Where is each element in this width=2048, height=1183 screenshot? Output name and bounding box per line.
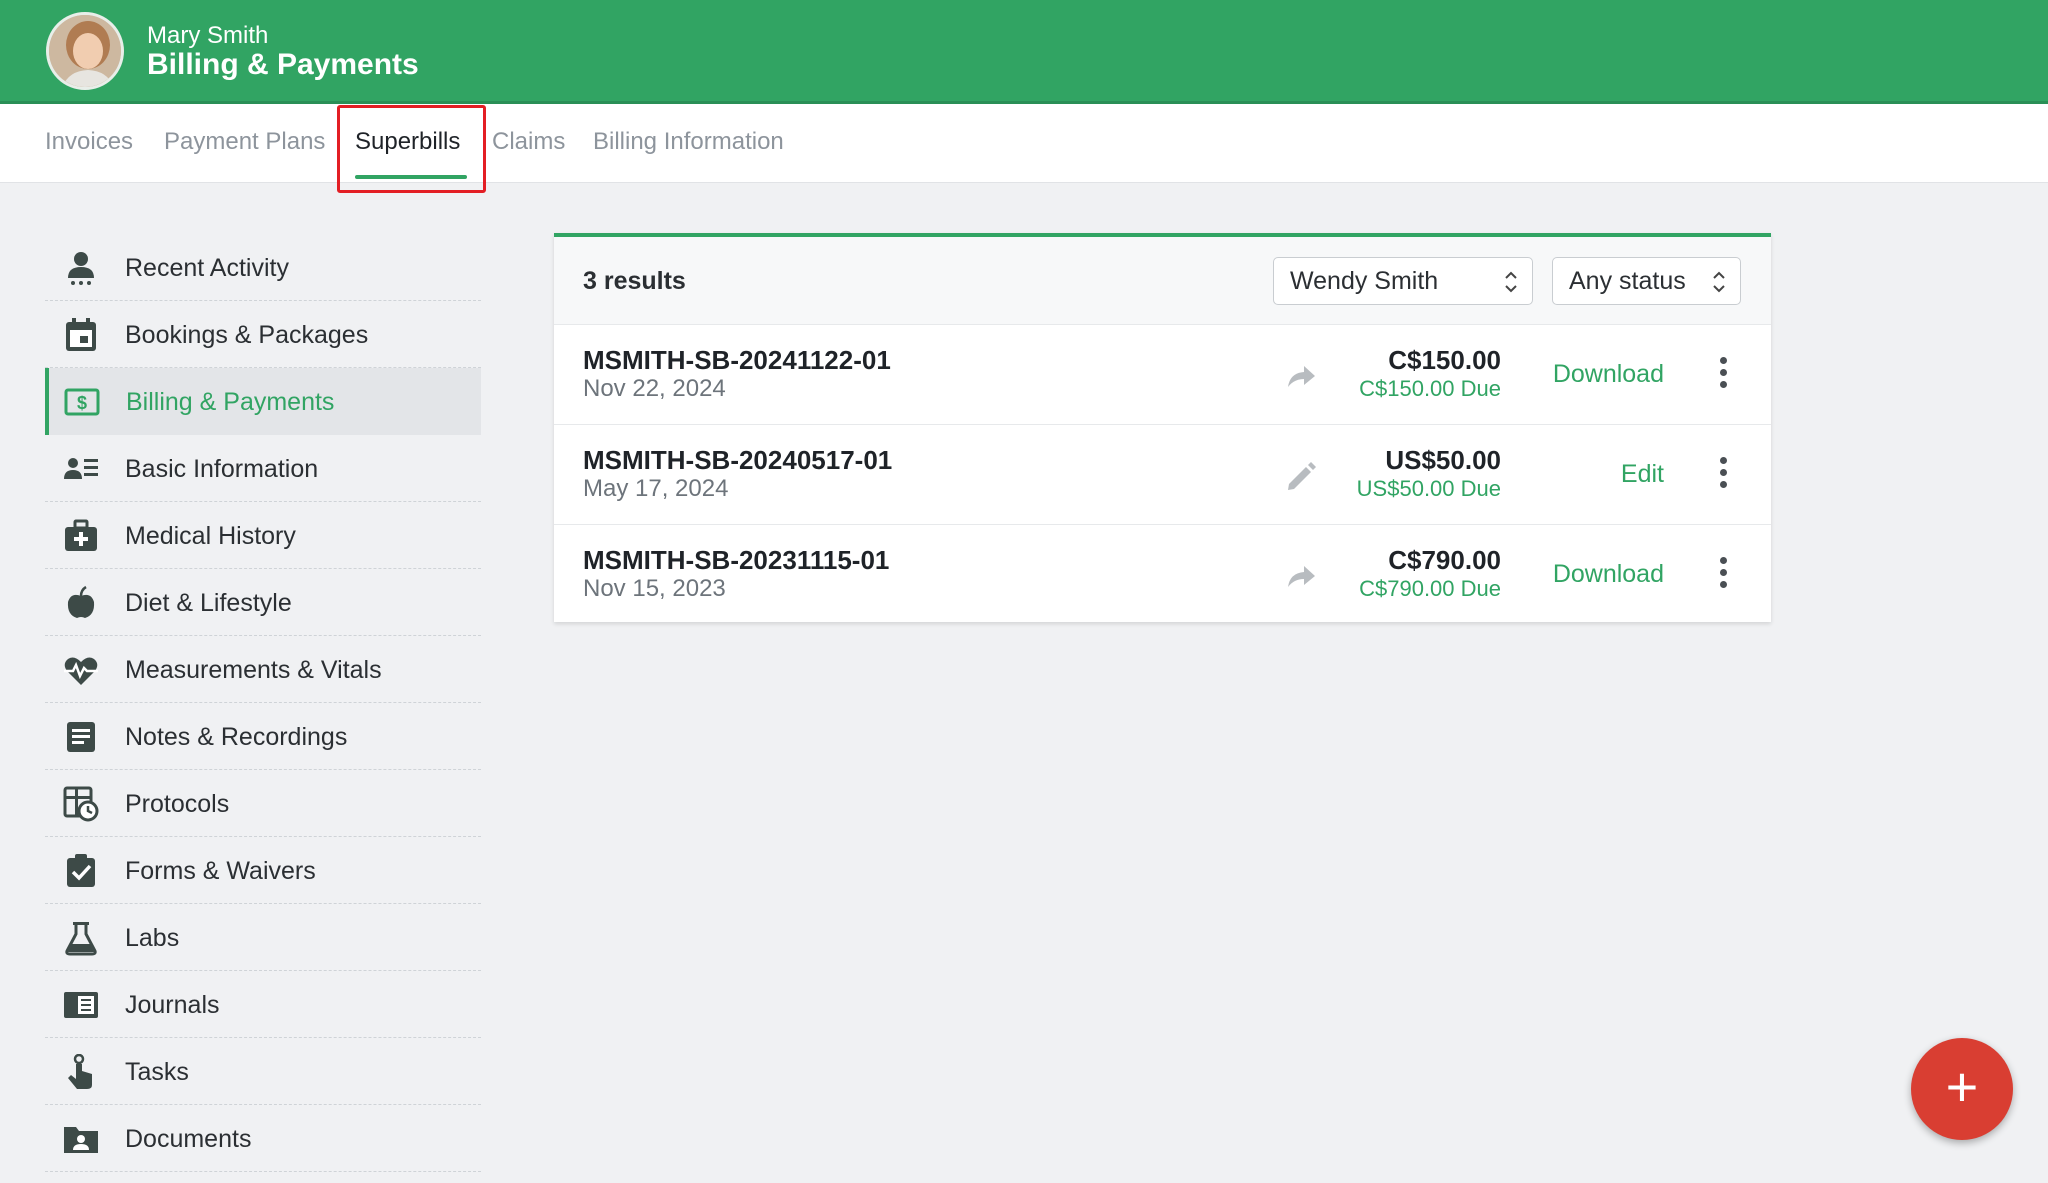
avatar[interactable] [46, 12, 124, 90]
tasks-icon [68, 1054, 92, 1089]
sidebar-item-notes-recordings[interactable]: Notes & Recordings [45, 703, 481, 770]
tab-claims[interactable]: Claims [492, 128, 565, 156]
up-down-chevron-icon [1505, 271, 1517, 293]
svg-text:$: $ [77, 393, 87, 413]
sidebar-item-label: Billing & Payments [126, 388, 335, 416]
status-filter-select[interactable]: Any status [1552, 257, 1741, 305]
more-options-icon[interactable] [1717, 357, 1729, 393]
protocol-clock-icon [63, 786, 99, 822]
superbill-id: MSMITH-SB-20240517-01 [583, 445, 893, 475]
user-name: Mary Smith [147, 22, 269, 49]
calendar-icon [66, 318, 96, 351]
sidebar-item-journals[interactable]: Journals [45, 971, 481, 1038]
sidebar-item-tasks[interactable]: Tasks [45, 1038, 481, 1105]
note-icon [67, 722, 95, 752]
app-header: Mary Smith Billing & Payments [0, 0, 2048, 104]
sidebar-item-protocols[interactable]: Protocols [45, 770, 481, 837]
sidebar-item-documents[interactable]: Documents [45, 1105, 481, 1172]
contact-list-icon [64, 458, 98, 479]
share-arrow-icon[interactable] [1284, 359, 1318, 393]
sidebar-item-label: Forms & Waivers [125, 857, 316, 885]
sidebar-item-basic-information[interactable]: Basic Information [45, 435, 481, 502]
sidebar-item-label: Tasks [125, 1058, 189, 1086]
tab-invoices[interactable]: Invoices [45, 128, 133, 156]
more-options-icon[interactable] [1717, 557, 1729, 593]
sidebar-item-billing[interactable]: $ Billing & Payments [45, 368, 481, 435]
status-filter-value: Any status [1569, 267, 1686, 295]
tab-billing-information[interactable]: Billing Information [593, 128, 784, 156]
up-down-chevron-icon [1713, 271, 1725, 293]
superbill-amount: C$150.00 [1388, 345, 1501, 375]
sidebar-item-label: Measurements & Vitals [125, 656, 382, 684]
sidebar-item-measurements-vitals[interactable]: Measurements & Vitals [45, 636, 481, 703]
sidebar-item-forms-waivers[interactable]: Forms & Waivers [45, 837, 481, 904]
sidebar-item-label: Protocols [125, 790, 230, 818]
superbill-row[interactable]: MSMITH-SB-20240517-01 May 17, 2024 US$50… [554, 425, 1771, 525]
sidebar-item-bookings[interactable]: Bookings & Packages [45, 301, 481, 368]
results-header: 3 results Wendy Smith Any status [554, 237, 1771, 325]
sidebar-item-label: Journals [125, 991, 220, 1019]
person-filter-value: Wendy Smith [1290, 267, 1439, 295]
clipboard-check-icon [67, 854, 95, 887]
superbill-due: C$150.00 Due [1359, 376, 1501, 401]
edit-button[interactable]: Edit [1621, 460, 1664, 489]
superbill-id: MSMITH-SB-20231115-01 [583, 545, 890, 575]
superbill-row[interactable]: MSMITH-SB-20241122-01 Nov 22, 2024 C$150… [554, 325, 1771, 425]
sidebar-item-medical-history[interactable]: Medical History [45, 502, 481, 569]
superbill-row[interactable]: MSMITH-SB-20231115-01 Nov 15, 2023 C$790… [554, 525, 1771, 625]
share-arrow-icon[interactable] [1284, 559, 1318, 593]
heart-pulse-icon [64, 657, 98, 685]
superbill-due: C$790.00 Due [1359, 576, 1501, 601]
tab-superbills[interactable]: Superbills [355, 128, 460, 156]
superbill-date: May 17, 2024 [583, 475, 729, 502]
sidebar-item-label: Recent Activity [125, 254, 289, 282]
sidebar-item-label: Medical History [125, 522, 296, 550]
sidebar-item-labs[interactable]: Labs [45, 904, 481, 971]
superbill-amount: C$790.00 [1388, 545, 1501, 575]
sidebar-item-label: Bookings & Packages [125, 321, 369, 349]
tab-payment-plans[interactable]: Payment Plans [164, 128, 325, 156]
flask-icon [65, 922, 97, 956]
sidebar-item-label: Labs [125, 924, 180, 952]
tab-bar: Invoices Payment Plans Superbills Claims… [0, 104, 2048, 183]
superbill-date: Nov 22, 2024 [583, 375, 726, 402]
avatar-photo [49, 15, 121, 87]
sidebar-nav: Recent Activity Bookings & Packages $ Bi… [45, 234, 481, 1172]
page-title: Billing & Payments [147, 48, 419, 81]
sidebar-item-label: Documents [125, 1125, 252, 1153]
folder-user-icon [64, 1127, 98, 1153]
superbill-date: Nov 15, 2023 [583, 575, 726, 602]
sidebar-item-recent-activity[interactable]: Recent Activity [45, 234, 481, 301]
superbill-due: US$50.00 Due [1356, 476, 1501, 501]
add-fab-button[interactable]: + [1911, 1038, 2013, 1140]
results-count: 3 results [583, 267, 686, 295]
superbill-id: MSMITH-SB-20241122-01 [583, 345, 891, 375]
apple-icon [67, 585, 95, 618]
superbill-amount: US$50.00 [1385, 445, 1501, 475]
sidebar-item-label: Diet & Lifestyle [125, 589, 292, 617]
medical-kit-icon [65, 519, 97, 551]
person-icon [68, 252, 94, 285]
active-tab-indicator [355, 175, 467, 179]
plus-icon: + [1945, 1055, 1979, 1118]
sidebar-item-label: Notes & Recordings [125, 723, 348, 751]
download-button[interactable]: Download [1553, 360, 1664, 389]
more-options-icon[interactable] [1717, 457, 1729, 493]
download-button[interactable]: Download [1553, 560, 1664, 589]
person-filter-select[interactable]: Wendy Smith [1273, 257, 1533, 305]
superbills-card: 3 results Wendy Smith Any status MSMITH-… [554, 233, 1771, 622]
sidebar-item-diet-lifestyle[interactable]: Diet & Lifestyle [45, 569, 481, 636]
pencil-icon[interactable] [1284, 459, 1318, 493]
dollar-bill-icon: $ [64, 388, 100, 416]
sidebar-item-label: Basic Information [125, 455, 319, 483]
journal-icon [64, 992, 98, 1018]
